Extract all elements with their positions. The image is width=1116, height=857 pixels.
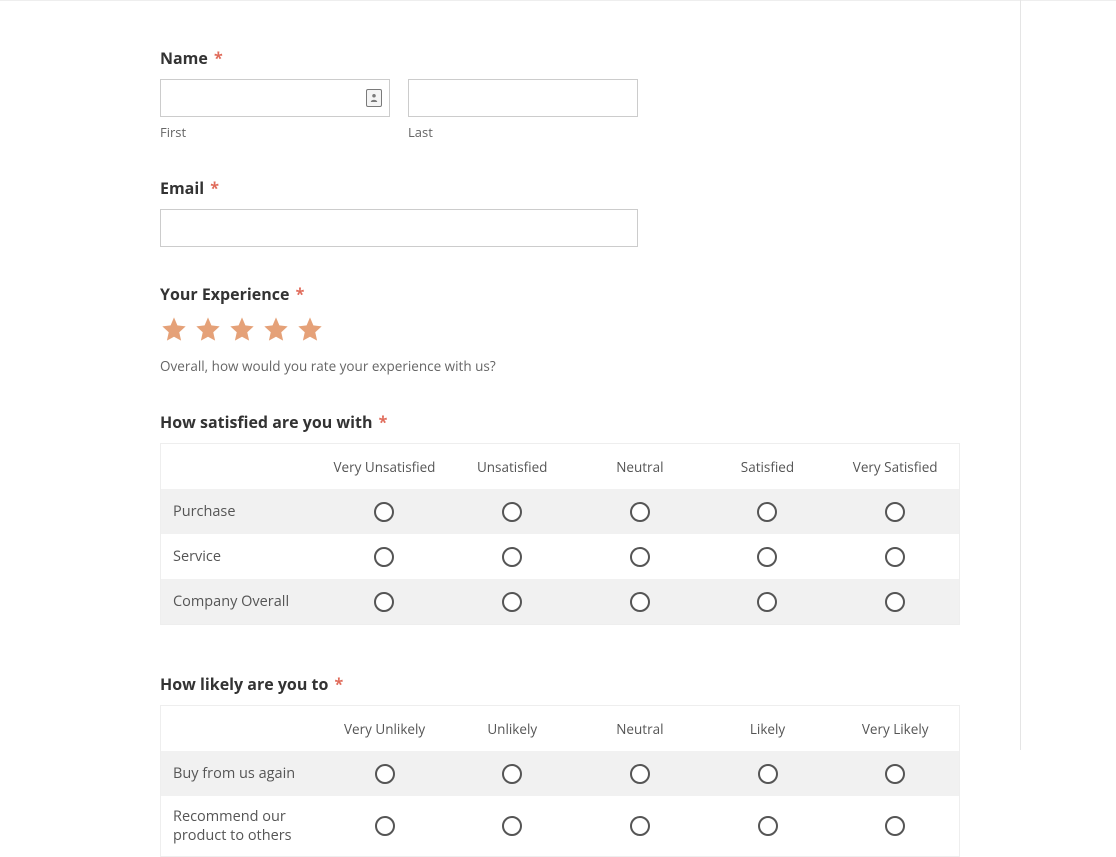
star-icon[interactable] [194, 315, 222, 343]
radio-option[interactable] [502, 592, 522, 612]
radio-option[interactable] [757, 547, 777, 567]
row-label: Recommend our product to others [161, 796, 321, 856]
required-marker: * [210, 177, 219, 199]
required-marker: * [214, 47, 223, 69]
radio-option[interactable] [502, 502, 522, 522]
row-label: Service [161, 534, 321, 579]
column-header: Satisfied [704, 444, 832, 489]
last-name-sublabel: Last [408, 123, 638, 141]
radio-option[interactable] [630, 816, 650, 836]
name-label: Name * [160, 47, 960, 69]
star-rating [160, 315, 960, 343]
table-row: Service [161, 534, 959, 579]
radio-option[interactable] [374, 592, 394, 612]
radio-option[interactable] [502, 547, 522, 567]
email-input[interactable] [160, 209, 638, 247]
column-header: Likely [704, 706, 832, 751]
star-icon[interactable] [262, 315, 290, 343]
radio-option[interactable] [757, 502, 777, 522]
column-header: Very Unlikely [321, 706, 449, 751]
radio-option[interactable] [885, 592, 905, 612]
row-label: Purchase [161, 489, 321, 534]
contact-card-icon [366, 89, 382, 107]
required-marker: * [296, 283, 305, 305]
radio-option[interactable] [758, 764, 778, 784]
likelihood-label: How likely are you to * [160, 673, 960, 695]
star-icon[interactable] [228, 315, 256, 343]
required-marker: * [335, 673, 344, 695]
satisfaction-matrix: Very Unsatisfied Unsatisfied Neutral Sat… [160, 443, 960, 625]
radio-option[interactable] [758, 816, 778, 836]
satisfaction-section: How satisfied are you with * Very Unsati… [160, 411, 960, 625]
table-row: Company Overall [161, 579, 959, 624]
name-section: Name * First Last [160, 47, 960, 141]
radio-option[interactable] [757, 592, 777, 612]
table-row: Buy from us again [161, 751, 959, 796]
last-name-input[interactable] [408, 79, 638, 117]
column-header: Unsatisfied [448, 444, 576, 489]
radio-option[interactable] [502, 816, 522, 836]
experience-section: Your Experience * Overall, how would you… [160, 283, 960, 375]
row-label: Company Overall [161, 579, 321, 624]
column-header: Neutral [576, 444, 704, 489]
column-header: Unlikely [448, 706, 576, 751]
radio-option[interactable] [885, 764, 905, 784]
radio-option[interactable] [630, 592, 650, 612]
star-icon[interactable] [296, 315, 324, 343]
radio-option[interactable] [375, 764, 395, 784]
radio-option[interactable] [885, 816, 905, 836]
table-row: Recommend our product to others [161, 796, 959, 856]
table-row: Purchase [161, 489, 959, 534]
likelihood-matrix: Very Unlikely Unlikely Neutral Likely Ve… [160, 705, 960, 857]
required-marker: * [379, 411, 388, 433]
likelihood-section: How likely are you to * Very Unlikely Un… [160, 673, 960, 857]
star-icon[interactable] [160, 315, 188, 343]
radio-option[interactable] [630, 547, 650, 567]
column-header: Neutral [576, 706, 704, 751]
column-header: Very Likely [831, 706, 959, 751]
radio-option[interactable] [885, 502, 905, 522]
column-header: Very Unsatisfied [321, 444, 449, 489]
satisfaction-label: How satisfied are you with * [160, 411, 960, 433]
first-name-input[interactable] [160, 79, 390, 117]
radio-option[interactable] [374, 547, 394, 567]
experience-helper: Overall, how would you rate your experie… [160, 357, 960, 375]
radio-option[interactable] [630, 764, 650, 784]
radio-option[interactable] [502, 764, 522, 784]
experience-label: Your Experience * [160, 283, 960, 305]
row-label: Buy from us again [161, 751, 321, 796]
radio-option[interactable] [375, 816, 395, 836]
email-label: Email * [160, 177, 960, 199]
radio-option[interactable] [885, 547, 905, 567]
radio-option[interactable] [630, 502, 650, 522]
first-name-sublabel: First [160, 123, 390, 141]
email-section: Email * [160, 177, 960, 247]
column-header: Very Satisfied [831, 444, 959, 489]
radio-option[interactable] [374, 502, 394, 522]
